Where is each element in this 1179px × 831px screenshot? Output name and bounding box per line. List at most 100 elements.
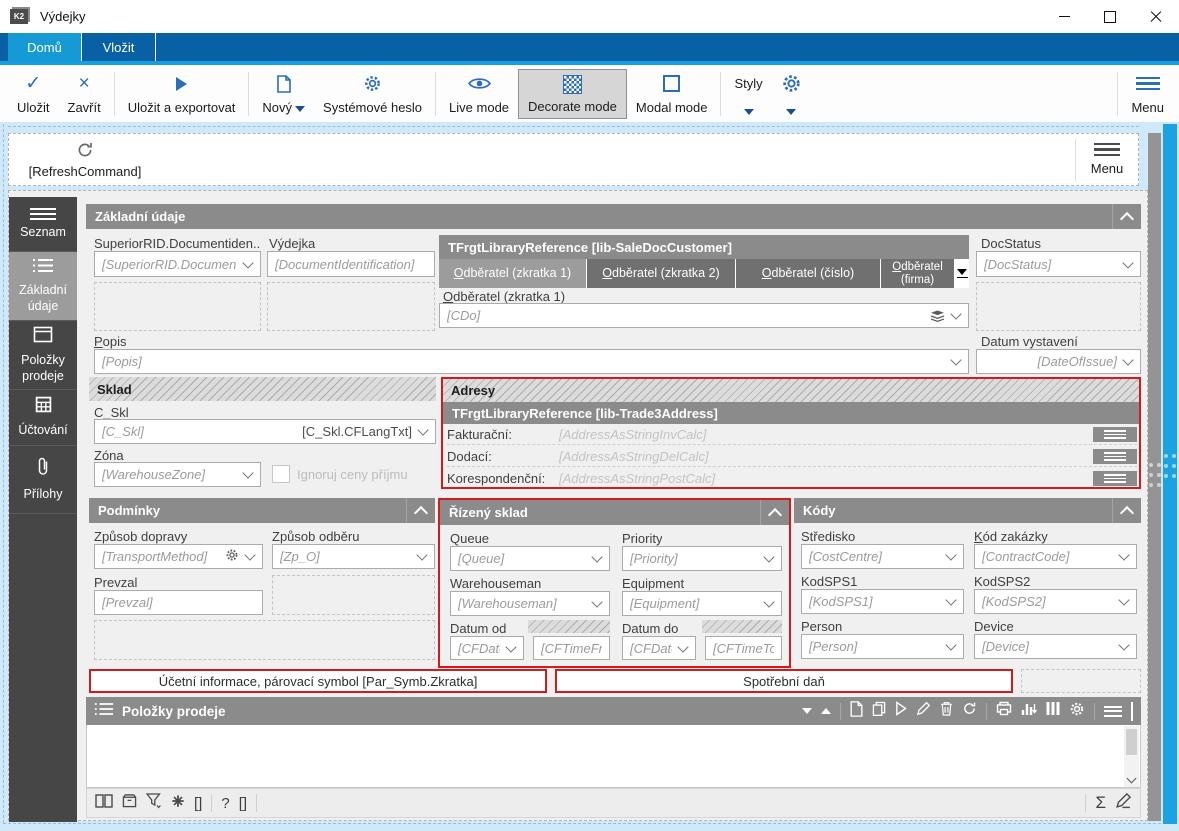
collapse-button[interactable] (406, 498, 435, 523)
brackets-icon-button[interactable]: [] (194, 795, 202, 812)
section-adresy: Adresy TFrgtLibraryReference [lib-Trade3… (441, 377, 1141, 489)
c-skl-input[interactable]: [C_Skl] [C_Skl.CFLangTxt] (94, 419, 436, 444)
settings-dropdown-button[interactable] (772, 69, 811, 119)
collapse-button[interactable] (760, 500, 789, 525)
live-mode-button[interactable]: Live mode (440, 69, 518, 119)
address-menu-button[interactable] (1093, 471, 1137, 486)
new-item-button[interactable] (850, 701, 863, 722)
priority-combobox[interactable]: [Priority] (622, 546, 782, 571)
empty-cell (1021, 669, 1141, 693)
scrollbar-thumb[interactable] (1126, 729, 1137, 755)
equipment-combobox[interactable]: [Equipment] (622, 591, 782, 616)
costcentre-combobox[interactable]: [CostCentre] (801, 544, 964, 569)
accounting-info-button[interactable]: Účetní informace, párovací symbol [Par_S… (89, 669, 547, 693)
warehousezone-combobox[interactable]: [WarehouseZone] (94, 462, 261, 487)
sidebar-item-seznam[interactable]: Seznam (9, 197, 77, 252)
square-icon (663, 74, 680, 94)
docstatus-combobox[interactable]: [DocStatus] (976, 251, 1141, 277)
contractcode-combobox[interactable]: [ContractCode] (974, 544, 1137, 569)
cfdateto-combobox[interactable]: [CFDate (622, 636, 696, 660)
filter-button[interactable] (146, 793, 162, 814)
tab-overflow-dropdown[interactable] (955, 259, 969, 288)
close-button[interactable] (1133, 0, 1179, 33)
tab-odberatel-firma[interactable]: Odběratel (firma) (881, 259, 955, 288)
section-podminky: Podmínky Způsob dopravy [TransportMethod… (89, 498, 435, 664)
save-button[interactable]: ✓ Uložit (8, 69, 59, 119)
kodsps2-combobox[interactable]: [KodSPS2] (974, 589, 1137, 614)
queue-combobox[interactable]: [Queue] (450, 546, 610, 571)
transportmethod-combobox[interactable]: [TransportMethod] (94, 544, 263, 569)
zpusob-odberu-label: Způsob odběru (272, 529, 359, 544)
items-grid-area[interactable] (86, 725, 1141, 788)
zpusob-dopravy-label: Způsob dopravy (94, 529, 187, 544)
address-menu-button[interactable] (1093, 449, 1137, 464)
warehouseman-combobox[interactable]: [Warehouseman] (450, 591, 610, 616)
chevron-down-icon (505, 641, 516, 652)
panel-menu-button[interactable]: Menu (1076, 137, 1138, 183)
chart-button[interactable] (1021, 702, 1037, 721)
columns-button[interactable] (1046, 701, 1060, 721)
system-password-button[interactable]: Systémové heslo (314, 69, 431, 119)
save-export-button[interactable]: Uložit a exportovat (119, 69, 245, 119)
gear-button[interactable] (1069, 701, 1085, 722)
window-edge-splitter[interactable] (1163, 124, 1177, 824)
ignoruj-ceny-checkbox[interactable]: Ignoruj ceny příjmu (272, 465, 408, 483)
maximize-button[interactable] (1087, 0, 1133, 33)
collapse-button[interactable] (1112, 204, 1141, 229)
panel-menu-button[interactable] (1104, 706, 1122, 717)
sidebar-item-polozky-prodeje[interactable]: Položky prodeje (9, 321, 77, 390)
delete-button[interactable] (940, 701, 953, 721)
asterisk-icon-button[interactable] (171, 794, 185, 813)
kodsps1-combobox[interactable]: [KodSPS1] (801, 589, 964, 614)
minimize-button[interactable] (1041, 0, 1087, 33)
cftimeto-input[interactable]: [CFTimeTo] (705, 636, 782, 660)
vertical-scrollbar[interactable] (1124, 726, 1139, 787)
tab-odberatel-zkratka1[interactable]: Odběratel (zkratka 1) (439, 259, 587, 288)
tab-vlozit[interactable]: Vložit (82, 33, 156, 61)
help-icon-button[interactable]: ? (221, 795, 229, 812)
sidebar-item-prilohy[interactable]: Přílohy (9, 446, 77, 514)
copy-item-button[interactable] (872, 701, 886, 722)
splitter-handle[interactable] (1148, 133, 1161, 821)
close-doc-button[interactable]: × Zavřít (59, 69, 110, 119)
edit-pencil-button[interactable] (1115, 792, 1132, 814)
book-icon-button[interactable] (95, 794, 113, 813)
sum-button[interactable]: Σ (1095, 793, 1106, 813)
collapse-button[interactable] (1112, 498, 1141, 523)
sidebar-item-zakladni-udaje[interactable]: Základní údaje (9, 252, 77, 321)
menu-button[interactable]: Menu (1122, 69, 1173, 119)
styles-button[interactable]: Styly (725, 69, 771, 119)
tab-odberatel-zkratka2[interactable]: Odběratel (zkratka 2) (587, 259, 736, 288)
modal-mode-button[interactable]: Modal mode (627, 69, 717, 119)
cdo-combobox[interactable]: [CDo] (439, 303, 969, 328)
items-status-bar: [] ? [] Σ (86, 788, 1141, 818)
prevzal-input[interactable]: [Prevzal] (94, 590, 263, 615)
print-button[interactable] (996, 701, 1012, 721)
excise-tax-button[interactable]: Spotřební daň (555, 669, 1013, 693)
chevron-up-button[interactable] (821, 702, 831, 720)
play-button[interactable] (895, 701, 907, 721)
edit-button[interactable] (916, 701, 931, 721)
cftimefrom-input[interactable]: [CFTimeFro (533, 636, 610, 660)
superior-combobox[interactable]: [SuperiorRID.Documenti... (94, 251, 261, 277)
cfdatefrom-combobox[interactable]: [CFDate... (450, 636, 524, 660)
dateofissue-combobox[interactable]: [DateOfIssue] (976, 349, 1141, 374)
popis-combobox[interactable]: [Popis] (94, 349, 969, 374)
device-combobox[interactable]: [Device] (974, 634, 1137, 659)
tab-odberatel-cislo[interactable]: Odběratel (číslo) (736, 259, 881, 288)
chevron-down-button[interactable] (802, 702, 812, 720)
zp-o-combobox[interactable]: [Zp_O] (272, 544, 435, 569)
vydejka-input[interactable]: [DocumentIdentification] (267, 251, 435, 277)
collapse-panel-button[interactable] (1131, 702, 1133, 720)
decorate-mode-button[interactable]: Decorate mode (518, 69, 627, 119)
brackets-icon-button[interactable]: [] (239, 795, 247, 812)
address-menu-button[interactable] (1093, 427, 1137, 442)
refresh-button[interactable] (962, 701, 977, 721)
scroll-down-button[interactable] (1124, 772, 1139, 786)
tab-domu[interactable]: Domů (8, 33, 82, 61)
sidebar-item-uctovani[interactable]: Účtování (9, 390, 77, 446)
new-button[interactable]: Nový (253, 69, 314, 119)
person-combobox[interactable]: [Person] (801, 634, 964, 659)
refresh-command-button[interactable]: [RefreshCommand] (15, 137, 155, 183)
archive-box-button[interactable] (122, 794, 137, 813)
